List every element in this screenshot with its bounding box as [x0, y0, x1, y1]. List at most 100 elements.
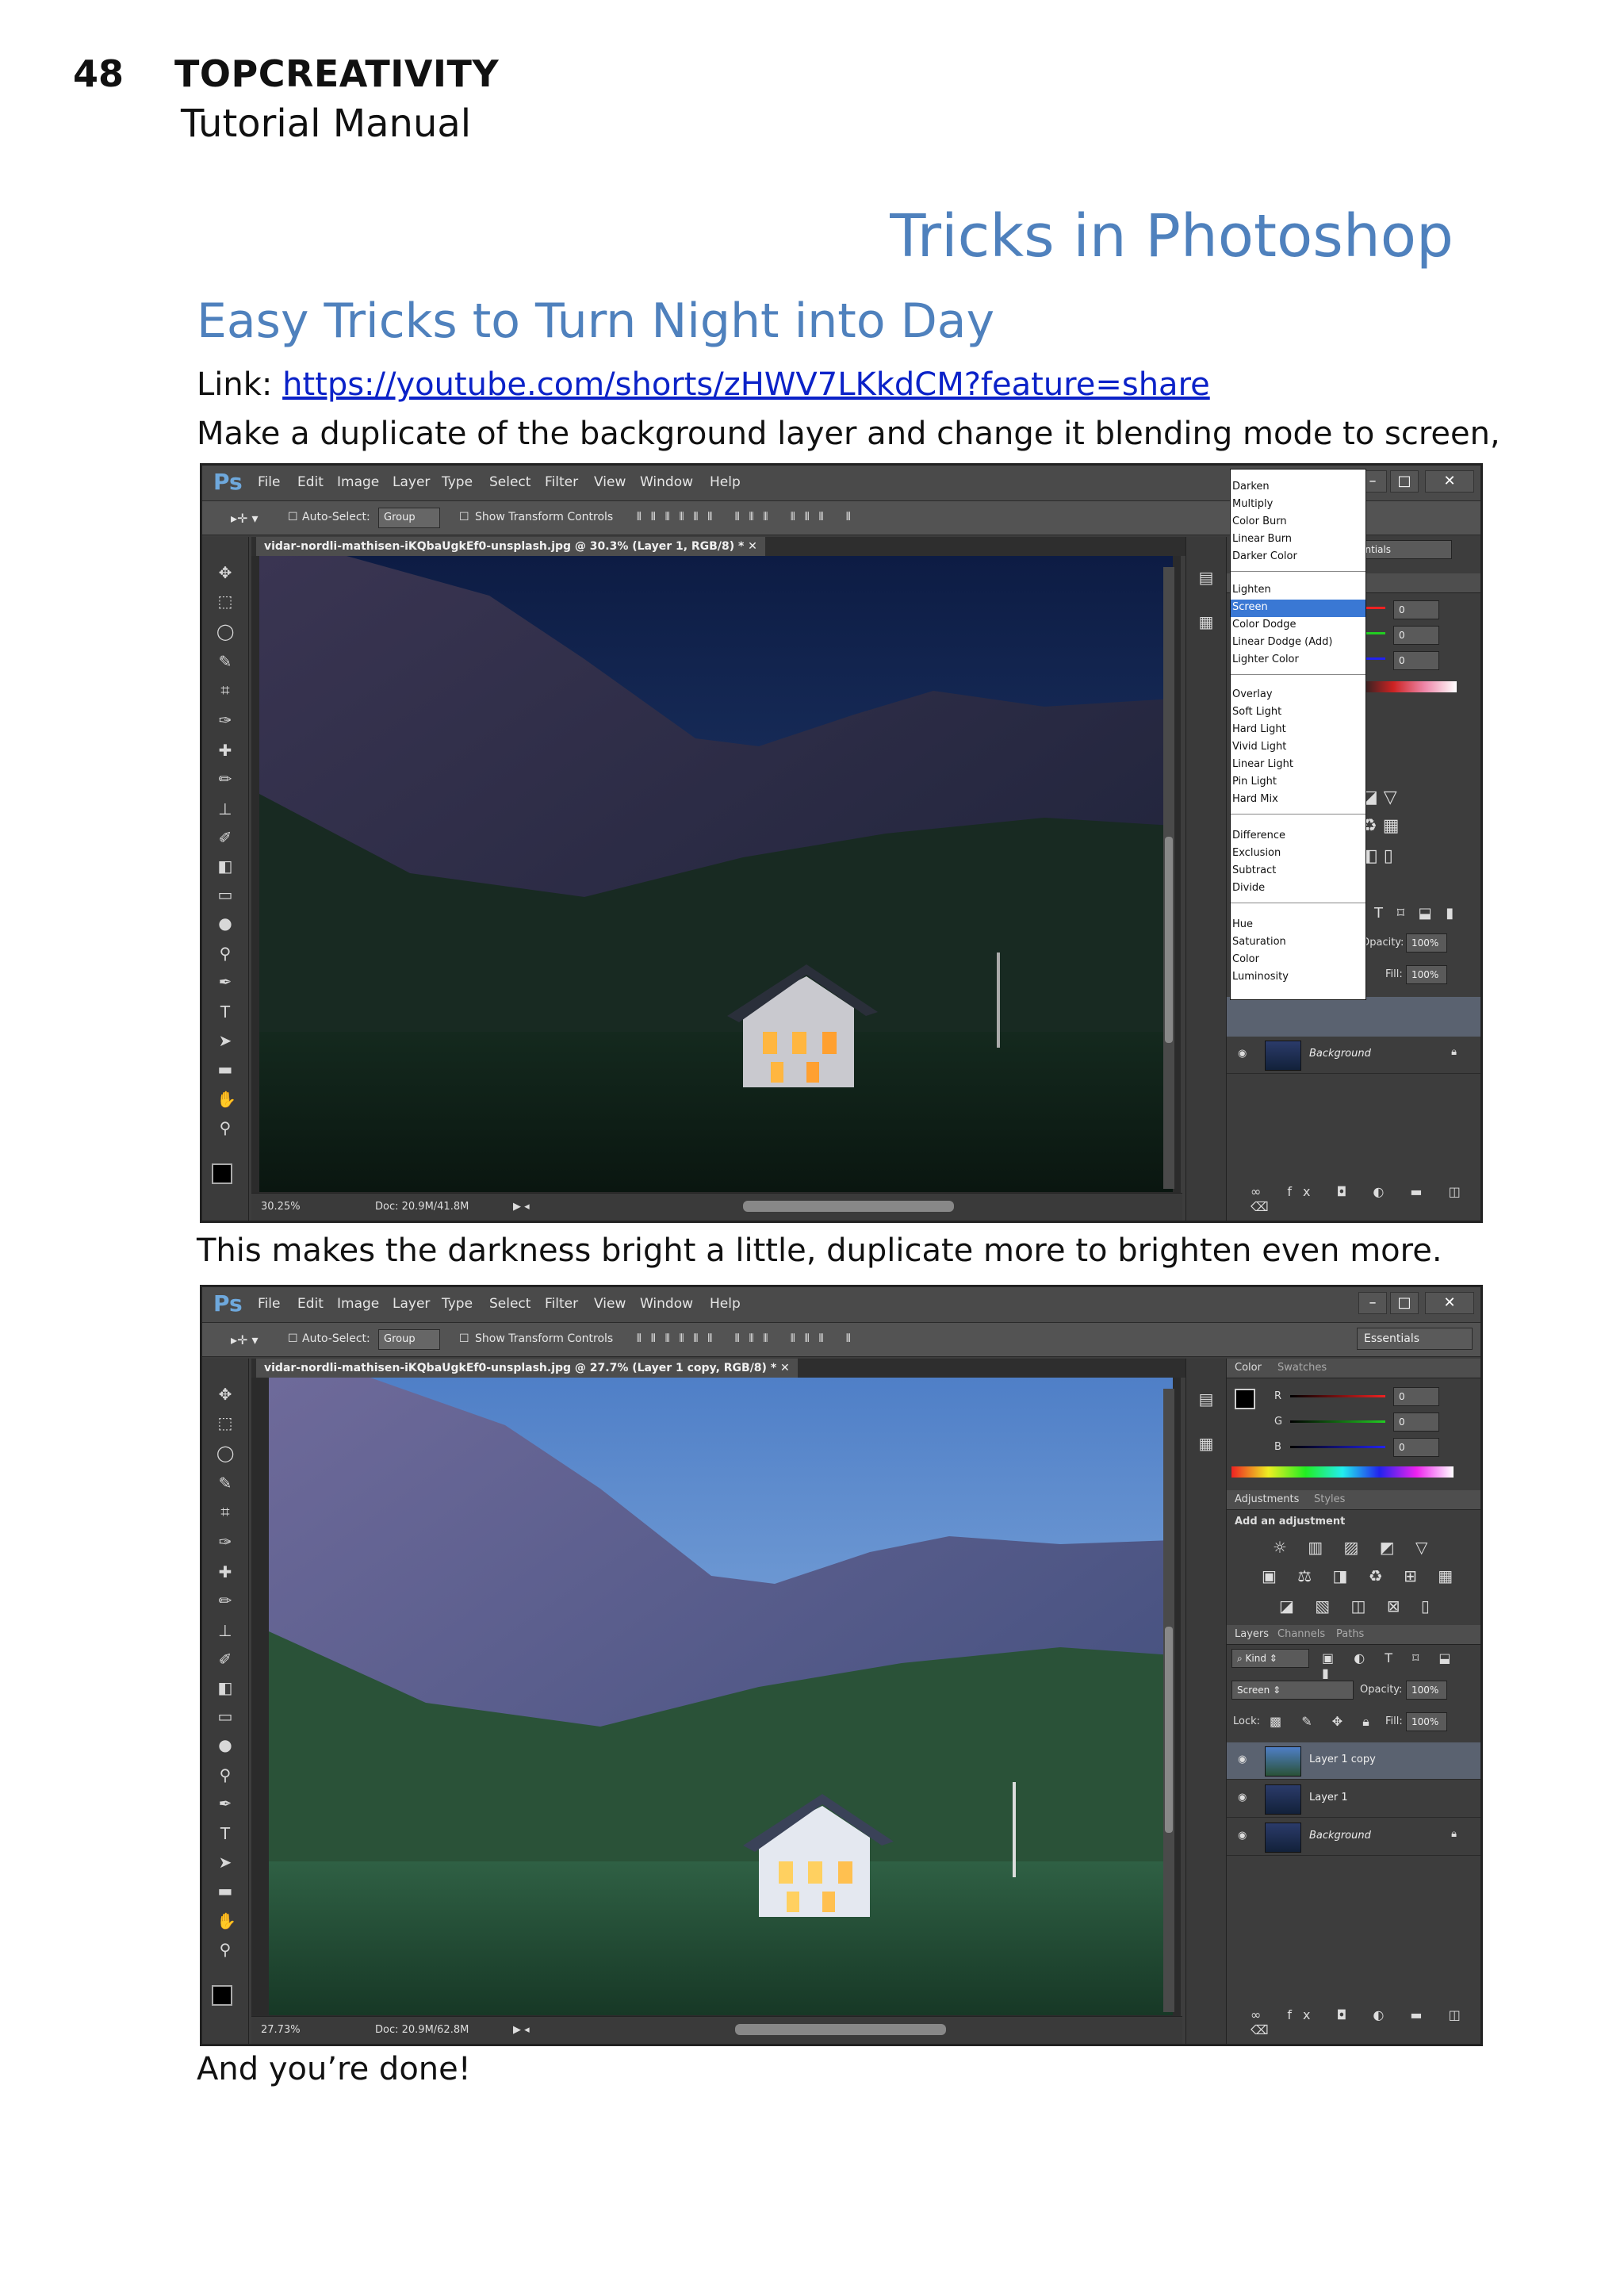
blend-option[interactable]: Color Burn: [1232, 516, 1287, 527]
tab-paths[interactable]: Paths: [1336, 1628, 1364, 1640]
color-spectrum[interactable]: [1362, 681, 1457, 692]
transform-checkbox[interactable]: ☐: [459, 511, 469, 523]
color-spectrum[interactable]: [1231, 1466, 1454, 1478]
visibility-eye-icon[interactable]: ◉: [1238, 1792, 1247, 1803]
blend-option[interactable]: Multiply: [1232, 498, 1273, 510]
lasso-tool-icon[interactable]: ◯: [216, 1444, 234, 1462]
status-arrow-icon[interactable]: ▶ ◂: [513, 1201, 530, 1213]
vertical-scrollbar[interactable]: [1163, 1389, 1174, 2012]
path-select-icon[interactable]: ➤: [216, 1032, 234, 1049]
group-select[interactable]: Group: [378, 1329, 440, 1350]
menu-image[interactable]: Image: [337, 1296, 379, 1312]
fill-input[interactable]: 100%: [1406, 1712, 1447, 1731]
menu-edit[interactable]: Edit: [297, 1296, 324, 1312]
properties-panel-icon[interactable]: ▦: [1197, 1435, 1215, 1452]
menu-select[interactable]: Select: [489, 1296, 530, 1312]
align-icons[interactable]: ⫴⫴⫴⫴⫴⫴ ⫴⫴⫴ ⫴⫴⫴ ⫴: [637, 1332, 860, 1345]
blend-mode-select[interactable]: Screen ⇕: [1231, 1681, 1354, 1700]
adjustment-icons-row2[interactable]: ♻ ▦: [1362, 816, 1400, 836]
blend-option[interactable]: Divide: [1232, 882, 1265, 894]
type-tool-icon[interactable]: T: [216, 1825, 234, 1842]
horizontal-scroll-thumb[interactable]: [735, 2024, 946, 2035]
blend-option[interactable]: Lighten: [1232, 584, 1271, 596]
history-panel-icon[interactable]: ▤: [1197, 569, 1215, 586]
blend-option[interactable]: Darken: [1232, 481, 1270, 493]
blend-option[interactable]: Hard Light: [1232, 723, 1286, 735]
close-icon[interactable]: ✕: [1425, 1292, 1474, 1314]
g-value[interactable]: 0: [1393, 1412, 1439, 1432]
history-brush-icon[interactable]: ✐: [216, 829, 234, 846]
stamp-tool-icon[interactable]: ⊥: [216, 800, 234, 818]
layer-name[interactable]: Background: [1309, 1048, 1371, 1060]
tab-layers[interactable]: Layers: [1235, 1628, 1269, 1640]
blend-option[interactable]: Saturation: [1232, 936, 1286, 948]
zoom-level[interactable]: 27.73%: [261, 2024, 301, 2036]
transform-checkbox[interactable]: ☐: [459, 1332, 469, 1345]
eyedropper-icon[interactable]: ✑: [216, 1533, 234, 1550]
move-tool-icon[interactable]: ✥: [216, 564, 234, 581]
menu-select[interactable]: Select: [489, 474, 530, 490]
adjustment-icons-row3[interactable]: ◪ ▧ ◫ ⊠ ▯: [1279, 1596, 1438, 1616]
marquee-tool-icon[interactable]: ⬚: [216, 592, 234, 610]
tab-swatches[interactable]: Swatches: [1277, 1362, 1327, 1374]
selected-layer-row[interactable]: [1227, 997, 1480, 1037]
r-slider[interactable]: [1290, 1395, 1385, 1397]
history-brush-icon[interactable]: ✐: [216, 1650, 234, 1668]
menu-layer[interactable]: Layer: [393, 474, 430, 490]
blend-option[interactable]: Pin Light: [1232, 776, 1277, 788]
healing-brush-icon[interactable]: ✚: [216, 1563, 234, 1581]
youtube-link[interactable]: https://youtube.com/shorts/zHWV7LKkdCM?f…: [282, 366, 1210, 403]
blend-option[interactable]: Color Dodge: [1232, 619, 1297, 631]
lasso-tool-icon[interactable]: ◯: [216, 623, 234, 640]
document-canvas[interactable]: [251, 1378, 1181, 2017]
adjustment-icons[interactable]: ◪ ▽: [1362, 788, 1397, 807]
opacity-input[interactable]: 100%: [1406, 1681, 1447, 1700]
menu-layer[interactable]: Layer: [393, 1296, 430, 1312]
blur-tool-icon[interactable]: ●: [216, 1736, 234, 1754]
auto-select-checkbox[interactable]: ☐: [288, 511, 298, 523]
menu-help[interactable]: Help: [710, 1296, 741, 1312]
workspace-switcher[interactable]: Essentials: [1357, 1328, 1473, 1350]
scroll-thumb[interactable]: [1165, 1627, 1173, 1833]
menu-help[interactable]: Help: [710, 474, 741, 490]
dodge-tool-icon[interactable]: ⚲: [216, 1766, 234, 1784]
menu-filter[interactable]: Filter: [545, 474, 578, 490]
blend-option[interactable]: Overlay: [1232, 688, 1273, 700]
layer-row-layer-1[interactable]: ◉ Layer 1: [1227, 1780, 1480, 1818]
blend-option[interactable]: Subtract: [1232, 864, 1276, 876]
menu-image[interactable]: Image: [337, 474, 379, 490]
lock-icons[interactable]: ▩ ✎ ✥ 🔒︎: [1270, 1714, 1377, 1730]
layers-footer-icons[interactable]: ∞ fx ◘ ◐ ▬ ◫ ⌫: [1251, 1184, 1480, 1214]
move-tool-icon[interactable]: ▸✛ ▾: [231, 1332, 259, 1347]
tab-color[interactable]: Color: [1235, 1362, 1262, 1374]
brush-tool-icon[interactable]: ✏: [216, 770, 234, 788]
blend-option[interactable]: Linear Light: [1232, 758, 1293, 770]
document-tab[interactable]: vidar-nordli-mathisen-iKQbaUgkEf0-unspla…: [256, 537, 765, 556]
blur-tool-icon[interactable]: ●: [216, 914, 234, 932]
menu-file[interactable]: File: [258, 474, 280, 490]
foreground-color-swatch[interactable]: [212, 1985, 232, 2006]
blend-option[interactable]: Hard Mix: [1232, 793, 1278, 805]
blend-option[interactable]: Color: [1232, 953, 1259, 965]
maximize-icon[interactable]: □: [1390, 1292, 1419, 1314]
menu-type[interactable]: Type: [442, 474, 473, 490]
menu-edit[interactable]: Edit: [297, 474, 324, 490]
hand-tool-icon[interactable]: ✋: [216, 1912, 236, 1930]
menu-window[interactable]: Window: [640, 474, 693, 490]
hand-tool-icon[interactable]: ✋: [216, 1091, 236, 1108]
document-tab[interactable]: vidar-nordli-mathisen-iKQbaUgkEf0-unspla…: [256, 1359, 798, 1378]
blend-option[interactable]: Difference: [1232, 830, 1285, 841]
visibility-eye-icon[interactable]: ◉: [1238, 1830, 1247, 1842]
blend-option[interactable]: Vivid Light: [1232, 741, 1286, 753]
blend-option[interactable]: Exclusion: [1232, 847, 1281, 859]
visibility-eye-icon[interactable]: ◉: [1238, 1048, 1247, 1060]
blend-option[interactable]: Linear Burn: [1232, 533, 1292, 545]
fg-color-chip[interactable]: [1235, 1389, 1255, 1409]
pen-tool-icon[interactable]: ✒: [216, 1795, 234, 1812]
menu-file[interactable]: File: [258, 1296, 280, 1312]
adjustment-icons-row1[interactable]: ☼ ▥ ▨ ◩ ▽: [1273, 1538, 1435, 1557]
b-slider[interactable]: [1290, 1446, 1385, 1448]
layer-name[interactable]: Layer 1: [1309, 1792, 1348, 1803]
eraser-tool-icon[interactable]: ◧: [216, 1679, 234, 1696]
gradient-tool-icon[interactable]: ▭: [216, 886, 234, 903]
